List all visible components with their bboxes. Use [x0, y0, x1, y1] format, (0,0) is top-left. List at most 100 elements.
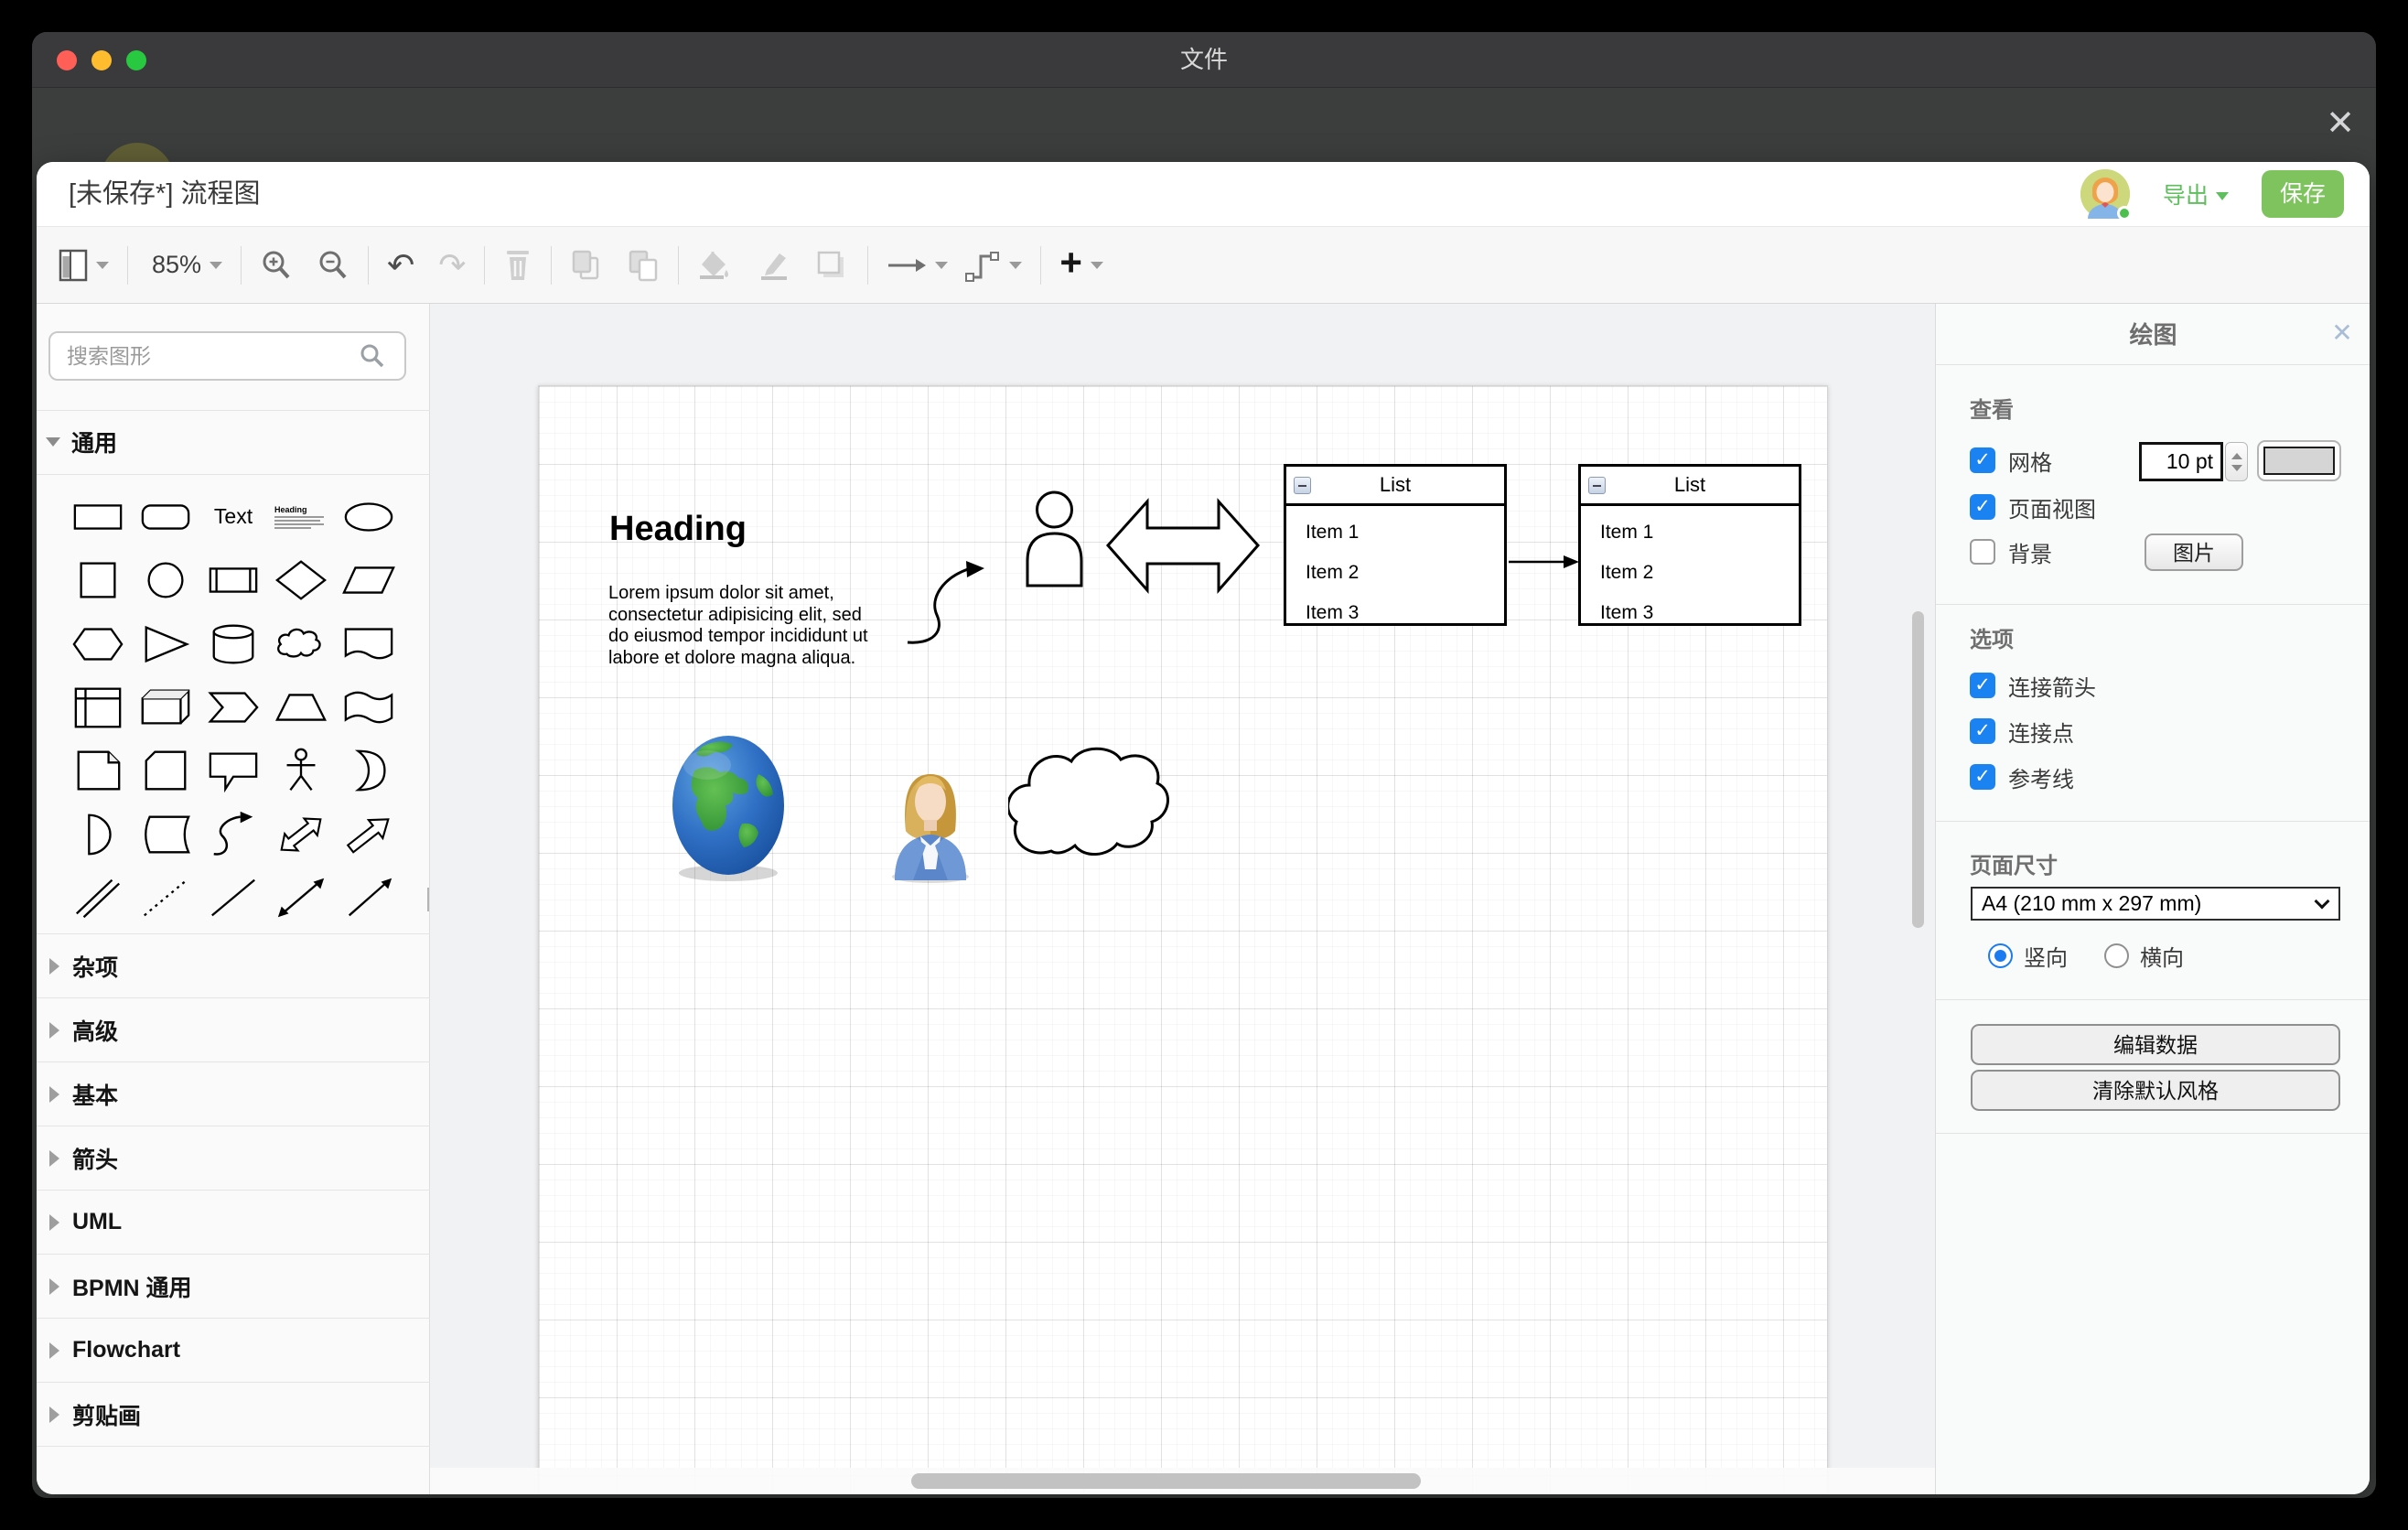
shape-text[interactable]: Text — [199, 485, 267, 548]
panel-close-icon[interactable]: ✕ — [2324, 315, 2360, 351]
shape-triangle[interactable] — [132, 612, 199, 675]
shape-arrow[interactable] — [335, 803, 403, 866]
grid-color-swatch[interactable] — [2257, 440, 2341, 481]
shape-line[interactable] — [199, 867, 267, 930]
sidebar-section-basic[interactable]: 基本 — [37, 1061, 430, 1126]
list-item[interactable]: Item 1 — [1306, 514, 1504, 555]
shape-actor[interactable] — [267, 739, 335, 803]
grid-size-input[interactable] — [2142, 445, 2220, 479]
shape-bidirectional-connector[interactable] — [267, 867, 335, 930]
format-panel-toggle-button[interactable] — [59, 248, 109, 283]
shape-cylinder[interactable] — [199, 612, 267, 675]
sidebar-section-advanced[interactable]: 高级 — [37, 997, 430, 1061]
shape-data-storage[interactable] — [132, 803, 199, 866]
shape-tape[interactable] — [335, 675, 403, 738]
list-shape-2[interactable]: List Item 1 Item 2 Item 3 — [1578, 464, 1801, 626]
list-item[interactable]: Item 2 — [1600, 555, 1799, 595]
connector-arrow[interactable] — [1509, 555, 1580, 569]
delete-button[interactable] — [503, 249, 532, 282]
redo-button[interactable]: ↷ — [438, 249, 466, 282]
sidebar-section-bpmn[interactable]: BPMN 通用 — [37, 1254, 430, 1318]
connection-arrows-checkbox[interactable]: ✓ — [1970, 673, 1995, 698]
zoom-in-button[interactable] — [260, 249, 293, 282]
double-arrow-shape[interactable] — [1105, 492, 1261, 599]
shape-bidirectional-arrow[interactable] — [267, 803, 335, 866]
collapse-icon[interactable] — [1294, 477, 1311, 494]
clear-default-style-button[interactable]: 清除默认风格 — [1971, 1070, 2340, 1111]
shape-parallelogram[interactable] — [335, 548, 403, 611]
shadow-button[interactable] — [814, 248, 849, 283]
list-item[interactable]: Item 3 — [1306, 595, 1504, 635]
connection-style-button[interactable] — [887, 254, 948, 276]
collapse-icon[interactable] — [1588, 477, 1606, 494]
shape-cloud[interactable] — [267, 612, 335, 675]
shape-dotted-line[interactable] — [132, 867, 199, 930]
shape-process[interactable] — [199, 548, 267, 611]
vertical-scrollbar[interactable] — [1912, 611, 1924, 928]
list-shape-1[interactable]: List Item 1 Item 2 Item 3 — [1284, 464, 1507, 626]
shape-hexagon[interactable] — [64, 612, 132, 675]
shape-rectangle[interactable] — [64, 485, 132, 548]
grid-checkbox[interactable]: ✓ — [1970, 447, 1995, 473]
portrait-radio[interactable] — [1988, 943, 2013, 968]
search-input[interactable] — [50, 343, 352, 370]
background-checkbox[interactable] — [1970, 539, 1995, 565]
guides-checkbox[interactable]: ✓ — [1970, 764, 1995, 790]
shape-trapezoid[interactable] — [267, 675, 335, 738]
canvas-heading-text[interactable]: Heading — [609, 510, 747, 549]
sidebar-section-arrows[interactable]: 箭头 — [37, 1126, 430, 1190]
shape-step[interactable] — [199, 675, 267, 738]
list-item[interactable]: Item 3 — [1600, 595, 1799, 635]
shape-callout[interactable] — [199, 739, 267, 803]
shape-internal-storage[interactable] — [64, 675, 132, 738]
actor-shape[interactable] — [1020, 490, 1089, 587]
globe-clipart[interactable] — [671, 734, 786, 884]
page-size-select[interactable]: A4 (210 mm x 297 mm) — [1971, 887, 2340, 921]
shape-directional-connector[interactable] — [335, 867, 403, 930]
zoom-level-dropdown[interactable]: 85% — [146, 251, 222, 279]
shape-textbox[interactable]: Heading — [267, 485, 335, 548]
shape-and[interactable] — [64, 803, 132, 866]
shape-cube[interactable] — [132, 675, 199, 738]
insert-button[interactable]: + — [1059, 249, 1103, 282]
diagram-canvas[interactable]: Heading Lorem ipsum dolor sit amet, cons… — [430, 304, 1935, 1494]
shape-diamond[interactable] — [267, 548, 335, 611]
edit-data-button[interactable]: 编辑数据 — [1971, 1024, 2340, 1065]
zoom-out-button[interactable] — [317, 249, 349, 282]
landscape-radio[interactable] — [2104, 943, 2129, 968]
to-front-button[interactable] — [570, 249, 603, 282]
curved-arrow-shape[interactable] — [902, 551, 992, 648]
section-general[interactable]: 通用 — [37, 410, 430, 474]
fill-color-button[interactable] — [697, 248, 732, 283]
list-item[interactable]: Item 2 — [1306, 555, 1504, 595]
page-view-checkbox[interactable]: ✓ — [1970, 494, 1995, 520]
image-button[interactable]: 图片 — [2145, 533, 2243, 571]
shape-rounded-rectangle[interactable] — [132, 485, 199, 548]
shape-card[interactable] — [132, 739, 199, 803]
shape-link[interactable] — [64, 867, 132, 930]
canvas-paragraph-text[interactable]: Lorem ipsum dolor sit amet, consectetur … — [608, 583, 892, 669]
sidebar-section-flowchart[interactable]: Flowchart — [37, 1318, 430, 1382]
to-back-button[interactable] — [627, 249, 660, 282]
shape-circle[interactable] — [132, 548, 199, 611]
horizontal-scrollbar-track[interactable] — [430, 1468, 1935, 1494]
waypoint-style-button[interactable] — [964, 247, 1022, 284]
line-color-button[interactable] — [756, 248, 790, 283]
overlay-close-icon[interactable]: ✕ — [2315, 98, 2366, 149]
shape-document[interactable] — [335, 612, 403, 675]
cloud-shape[interactable] — [1008, 727, 1182, 869]
shape-or[interactable] — [335, 739, 403, 803]
connection-points-checkbox[interactable]: ✓ — [1970, 718, 1995, 744]
list-item[interactable]: Item 1 — [1600, 514, 1799, 555]
export-menu[interactable]: 导出 — [2163, 178, 2229, 210]
sidebar-section-misc[interactable]: 杂项 — [37, 933, 430, 997]
shape-ellipse[interactable] — [335, 485, 403, 548]
sidebar-section-clipart[interactable]: 剪贴画 — [37, 1382, 430, 1446]
save-button[interactable]: 保存 — [2262, 170, 2344, 218]
shape-note[interactable] — [64, 739, 132, 803]
grid-size-stepper[interactable] — [2225, 442, 2248, 481]
horizontal-scrollbar-thumb[interactable] — [911, 1473, 1421, 1489]
undo-button[interactable]: ↶ — [387, 249, 414, 282]
shape-curve[interactable] — [199, 803, 267, 866]
user-avatar[interactable] — [2080, 169, 2130, 219]
